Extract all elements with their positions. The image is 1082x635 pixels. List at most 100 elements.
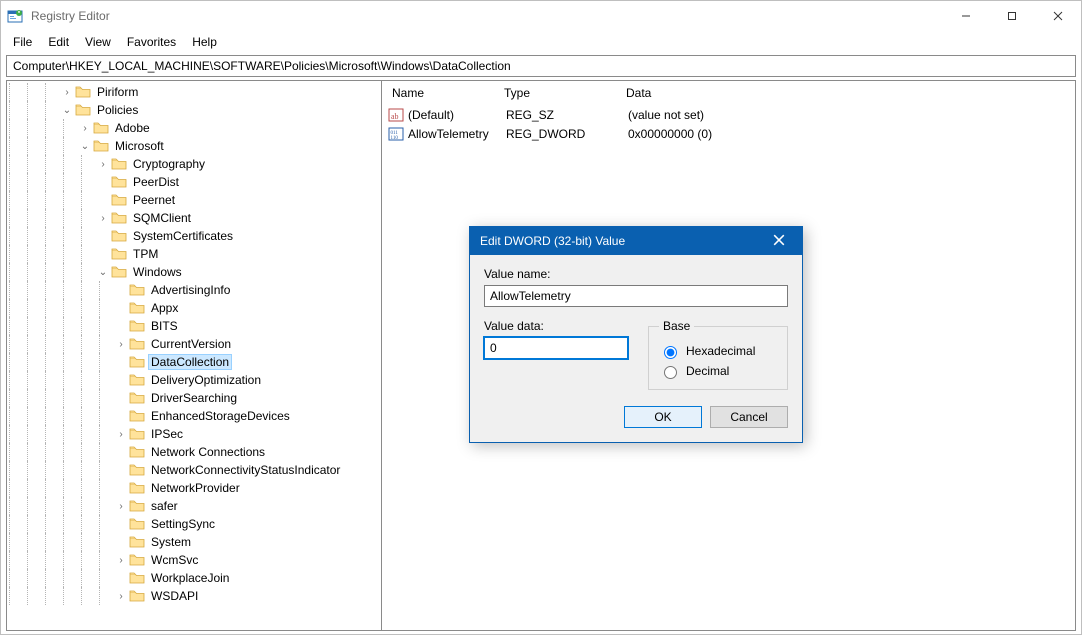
- dialog-title: Edit DWORD (32-bit) Value: [480, 234, 625, 248]
- chevron-down-icon[interactable]: ⌄: [97, 267, 109, 278]
- tree-item-driversearching[interactable]: DriverSearching: [7, 389, 381, 407]
- tree-item-appx[interactable]: Appx: [7, 299, 381, 317]
- string-value-icon: ab: [388, 107, 404, 123]
- tree-item-label: DeliveryOptimization: [149, 373, 263, 387]
- menu-favorites[interactable]: Favorites: [119, 33, 184, 51]
- tree-item-windows[interactable]: ⌄Windows: [7, 263, 381, 281]
- chevron-down-icon[interactable]: ⌄: [79, 141, 91, 152]
- folder-icon: [129, 535, 145, 549]
- chevron-right-icon[interactable]: ›: [115, 591, 127, 602]
- tree-item-ipsec[interactable]: ›IPSec: [7, 425, 381, 443]
- tree-item-datacollection[interactable]: DataCollection: [7, 353, 381, 371]
- tree-item-wcmsvc[interactable]: ›WcmSvc: [7, 551, 381, 569]
- title-bar: Registry Editor: [1, 1, 1081, 31]
- radio-hex-label: Hexadecimal: [686, 344, 755, 358]
- col-type[interactable]: Type: [494, 82, 616, 104]
- chevron-right-icon[interactable]: ›: [97, 159, 109, 170]
- tree-item-label: SystemCertificates: [131, 229, 235, 243]
- list-cell-type: REG_SZ: [506, 108, 628, 122]
- chevron-right-icon[interactable]: ›: [61, 87, 73, 98]
- cancel-button[interactable]: Cancel: [710, 406, 788, 428]
- chevron-right-icon[interactable]: ›: [97, 213, 109, 224]
- folder-icon: [93, 139, 109, 153]
- base-group: Base Hexadecimal Decimal: [648, 319, 788, 390]
- menu-help[interactable]: Help: [184, 33, 225, 51]
- tree-item-systemcertificates[interactable]: SystemCertificates: [7, 227, 381, 245]
- folder-icon: [129, 589, 145, 603]
- tree-item-label: TPM: [131, 247, 160, 261]
- binary-value-icon: 011110: [388, 126, 404, 142]
- base-legend: Base: [659, 319, 694, 333]
- menu-view[interactable]: View: [77, 33, 119, 51]
- tree-item-networkconnectivitystatusindicator[interactable]: NetworkConnectivityStatusIndicator: [7, 461, 381, 479]
- minimize-button[interactable]: [943, 1, 989, 31]
- menu-edit[interactable]: Edit: [40, 33, 77, 51]
- tree-item-microsoft[interactable]: ⌄Microsoft: [7, 137, 381, 155]
- folder-icon: [129, 319, 145, 333]
- chevron-right-icon[interactable]: ›: [115, 555, 127, 566]
- list-cell-name: AllowTelemetry: [408, 127, 506, 141]
- dialog-title-bar[interactable]: Edit DWORD (32-bit) Value: [470, 227, 802, 255]
- value-data-input[interactable]: [484, 337, 628, 359]
- tree-item-label: NetworkConnectivityStatusIndicator: [149, 463, 342, 477]
- col-name[interactable]: Name: [382, 82, 494, 104]
- folder-icon: [75, 103, 91, 117]
- address-bar[interactable]: Computer\HKEY_LOCAL_MACHINE\SOFTWARE\Pol…: [6, 55, 1076, 77]
- dialog-close-button[interactable]: [766, 233, 792, 249]
- tree-item-policies[interactable]: ⌄Policies: [7, 101, 381, 119]
- folder-icon: [129, 553, 145, 567]
- close-button[interactable]: [1035, 1, 1081, 31]
- tree-item-system[interactable]: System: [7, 533, 381, 551]
- list-row[interactable]: ab(Default)REG_SZ(value not set): [382, 105, 1075, 124]
- tree-item-wsdapi[interactable]: › WSDAPI: [7, 587, 381, 605]
- tree-item-tpm[interactable]: TPM: [7, 245, 381, 263]
- list-row[interactable]: 011110AllowTelemetryREG_DWORD0x00000000 …: [382, 124, 1075, 143]
- tree-item-workplacejoin[interactable]: WorkplaceJoin: [7, 569, 381, 587]
- tree-item-peerdist[interactable]: PeerDist: [7, 173, 381, 191]
- folder-icon: [129, 571, 145, 585]
- tree-item-enhancedstoragedevices[interactable]: EnhancedStorageDevices: [7, 407, 381, 425]
- tree-item-label: AdvertisingInfo: [149, 283, 232, 297]
- tree-item-networkconnections[interactable]: Network Connections: [7, 443, 381, 461]
- tree-item-label: EnhancedStorageDevices: [149, 409, 292, 423]
- tree-item-cryptography[interactable]: ›Cryptography: [7, 155, 381, 173]
- menu-bar: File Edit View Favorites Help: [1, 31, 1081, 53]
- tree-item-label: SettingSync: [149, 517, 217, 531]
- tree-pane[interactable]: ›Piriform⌄Policies›Adobe⌄Microsoft›Crypt…: [6, 80, 382, 631]
- chevron-down-icon[interactable]: ⌄: [61, 105, 73, 116]
- tree-item-deliveryoptimization[interactable]: DeliveryOptimization: [7, 371, 381, 389]
- tree-item-currentversion[interactable]: ›CurrentVersion: [7, 335, 381, 353]
- folder-icon: [111, 247, 127, 261]
- tree-item-adobe[interactable]: ›Adobe: [7, 119, 381, 137]
- list-cell-data: (value not set): [628, 108, 1075, 122]
- maximize-button[interactable]: [989, 1, 1035, 31]
- radio-dec[interactable]: [664, 366, 677, 379]
- col-data[interactable]: Data: [616, 82, 1075, 104]
- menu-file[interactable]: File: [5, 33, 40, 51]
- folder-icon: [111, 175, 127, 189]
- tree-item-label: SQMClient: [131, 211, 193, 225]
- list-header: Name Type Data: [382, 81, 1075, 105]
- ok-button[interactable]: OK: [624, 406, 702, 428]
- tree-item-advertisinginfo[interactable]: AdvertisingInfo: [7, 281, 381, 299]
- chevron-right-icon[interactable]: ›: [115, 429, 127, 440]
- tree-item-sqmclient[interactable]: › SQMClient: [7, 209, 381, 227]
- tree-item-piriform[interactable]: ›Piriform: [7, 83, 381, 101]
- tree-item-label: DataCollection: [149, 355, 231, 369]
- folder-icon: [111, 229, 127, 243]
- radio-hex[interactable]: [664, 346, 677, 359]
- tree-item-settingsync[interactable]: SettingSync: [7, 515, 381, 533]
- tree-item-peernet[interactable]: Peernet: [7, 191, 381, 209]
- folder-icon: [129, 301, 145, 315]
- value-name-input[interactable]: [484, 285, 788, 307]
- chevron-right-icon[interactable]: ›: [79, 123, 91, 134]
- tree-item-safer[interactable]: ›safer: [7, 497, 381, 515]
- chevron-right-icon[interactable]: ›: [115, 501, 127, 512]
- folder-icon: [129, 427, 145, 441]
- folder-icon: [129, 517, 145, 531]
- tree-item-label: WSDAPI: [149, 589, 200, 603]
- tree-item-bits[interactable]: BITS: [7, 317, 381, 335]
- folder-icon: [111, 211, 127, 225]
- chevron-right-icon[interactable]: ›: [115, 339, 127, 350]
- tree-item-networkprovider[interactable]: NetworkProvider: [7, 479, 381, 497]
